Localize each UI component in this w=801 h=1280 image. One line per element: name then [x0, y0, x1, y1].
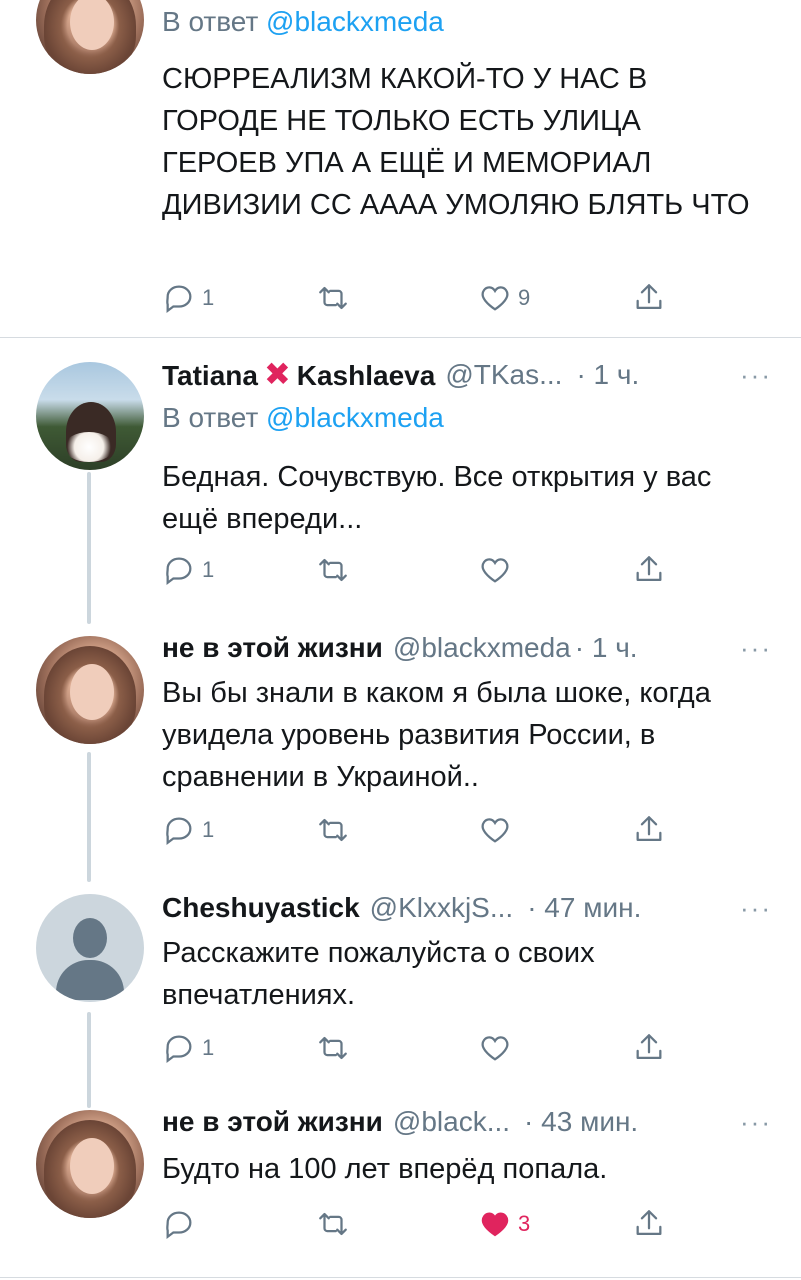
share-button[interactable] [632, 550, 666, 590]
reply-context: В ответ @blackxmeda [162, 6, 444, 38]
tweet-time[interactable]: · 1 ч. [575, 632, 638, 664]
tweet-5[interactable]: не в этой жизни @black... · 43 мин. ··· … [0, 1104, 801, 1274]
divider [0, 1277, 801, 1278]
default-avatar-icon[interactable] [36, 894, 144, 1002]
reply-prefix: В ответ [162, 6, 259, 37]
share-icon [636, 816, 662, 842]
retweet-icon [319, 558, 347, 582]
user-handle[interactable]: @blackxmeda [393, 632, 571, 664]
user-handle[interactable]: @TKas... [445, 359, 562, 391]
share-icon [636, 1034, 662, 1060]
share-button[interactable] [632, 278, 666, 318]
reply-icon [166, 1035, 192, 1064]
more-options-icon[interactable]: ··· [740, 360, 772, 391]
display-name[interactable]: Cheshuyastick [162, 892, 360, 924]
reply-count: 1 [202, 817, 215, 842]
tweet-time[interactable]: · 1 ч. [576, 359, 639, 391]
reply-button[interactable]: 1 [162, 278, 214, 318]
like-button[interactable] [478, 550, 512, 590]
tweet-text: Бедная. Сочувствую. Все открытия у вас е… [162, 461, 712, 535]
heart-icon [481, 558, 509, 583]
tweet-actions: 1 9 [162, 278, 682, 318]
share-icon [636, 556, 662, 582]
reply-icon [166, 557, 192, 586]
more-options-icon[interactable]: ··· [740, 633, 772, 664]
tweet-actions: 1 [162, 810, 682, 850]
tweet-text: Будто на 100 лет вперёд попала. [162, 1153, 608, 1185]
tweet-text: Расскажите пожалуйста о своих впечатлени… [162, 937, 595, 1011]
like-button[interactable] [478, 810, 512, 850]
user-handle[interactable]: @black... [393, 1106, 510, 1138]
avatar[interactable] [36, 0, 144, 74]
reply-icon [166, 285, 192, 314]
more-options-icon[interactable]: ··· [740, 893, 772, 924]
display-name[interactable]: Tatiana ✖ Kashlaeva [162, 358, 435, 392]
tweet-header: не в этой жизни @blackxmeda · 1 ч. ··· [162, 632, 772, 664]
reply-icon [166, 1211, 192, 1240]
tweet-1[interactable]: В ответ @blackxmeda СЮРРЕАЛИЗМ КАКОЙ-ТО … [0, 0, 801, 338]
reply-context: В ответ @blackxmeda [162, 402, 444, 434]
reply-to-handle-link[interactable]: @blackxmeda [266, 6, 444, 37]
like-button[interactable] [478, 1028, 512, 1068]
retweet-icon [319, 818, 347, 842]
retweet-button[interactable] [316, 1028, 350, 1068]
tweet-header: не в этой жизни @black... · 43 мин. ··· [162, 1106, 772, 1138]
tweet-actions: 3 [162, 1204, 682, 1244]
share-button[interactable] [632, 1204, 666, 1244]
retweet-icon [319, 1212, 347, 1236]
display-name-last: Kashlaeva [296, 360, 436, 391]
retweet-button[interactable] [316, 1204, 350, 1244]
user-handle[interactable]: @KlxxkjS... [370, 892, 514, 924]
reply-count: 1 [202, 557, 215, 582]
tweet-text: СЮРРЕАЛИЗМ КАКОЙ-ТО У НАС В ГОРОДЕ НЕ ТО… [162, 63, 750, 221]
tweet-actions: 1 [162, 1028, 682, 1068]
share-button[interactable] [632, 810, 666, 850]
retweet-button[interactable] [316, 278, 350, 318]
reply-button[interactable] [162, 1204, 196, 1244]
tweet-header: Tatiana ✖ Kashlaeva @TKas... · 1 ч. ··· [162, 358, 772, 392]
share-icon [636, 284, 662, 310]
tweet-2[interactable]: Tatiana ✖ Kashlaeva @TKas... · 1 ч. ··· В … [0, 338, 801, 620]
more-options-icon[interactable]: ··· [740, 1107, 772, 1138]
share-button[interactable] [632, 1028, 666, 1068]
display-name-first: Tatiana [162, 360, 258, 391]
tweet-time[interactable]: · 47 мин. [527, 892, 641, 924]
reply-button[interactable]: 1 [162, 550, 214, 590]
tweet-4[interactable]: Cheshuyastick @KlxxkjS... · 47 мин. ··· … [0, 882, 801, 1104]
tweet-actions: 1 [162, 550, 682, 590]
tweet-time[interactable]: · 43 мин. [524, 1106, 638, 1138]
reply-count: 1 [202, 285, 215, 310]
tweet-header: Cheshuyastick @KlxxkjS... · 47 мин. ··· [162, 892, 772, 924]
reply-button[interactable]: 1 [162, 810, 214, 850]
share-icon [636, 1210, 662, 1236]
cross-mark-icon: ✖ [263, 356, 291, 392]
retweet-icon [319, 286, 347, 310]
retweet-button[interactable] [316, 550, 350, 590]
reply-icon [166, 817, 192, 846]
reply-count: 1 [202, 1035, 215, 1060]
avatar[interactable] [36, 636, 144, 744]
heart-icon [481, 818, 509, 843]
reply-to-handle-link[interactable]: @blackxmeda [266, 402, 444, 433]
retweet-icon [319, 1036, 347, 1060]
like-button[interactable]: 9 [478, 278, 530, 318]
like-count: 9 [518, 285, 531, 310]
avatar[interactable] [36, 362, 144, 470]
heart-icon [481, 1036, 509, 1061]
heart-icon [481, 286, 509, 311]
avatar[interactable] [36, 1110, 144, 1218]
tweet-3[interactable]: не в этой жизни @blackxmeda · 1 ч. ··· В… [0, 620, 801, 882]
retweet-button[interactable] [316, 810, 350, 850]
reply-prefix: В ответ [162, 402, 259, 433]
like-button-liked[interactable]: 3 [478, 1204, 530, 1244]
display-name[interactable]: не в этой жизни [162, 1106, 383, 1138]
display-name[interactable]: не в этой жизни [162, 632, 383, 664]
reply-button[interactable]: 1 [162, 1028, 214, 1068]
like-count: 3 [518, 1211, 531, 1236]
tweet-text: Вы бы знали в каком я была шоке, когда у… [162, 677, 711, 793]
heart-filled-icon [481, 1212, 509, 1237]
